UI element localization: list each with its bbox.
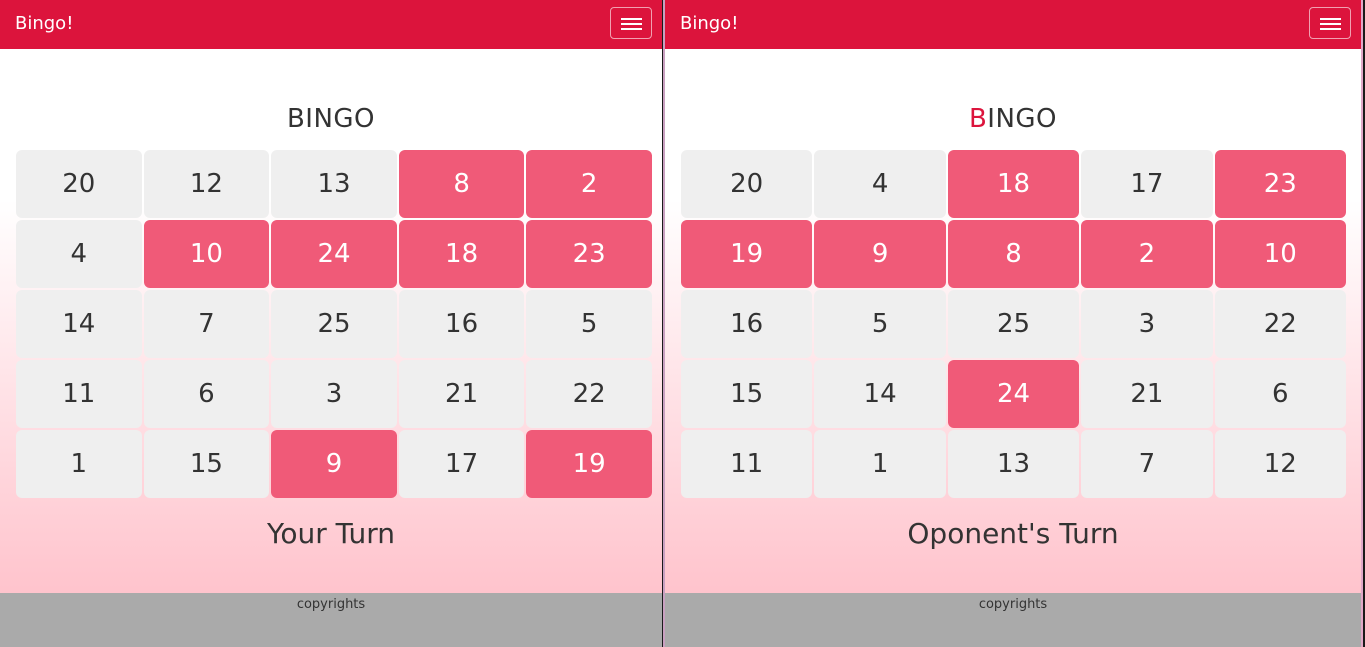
- bingo-cell[interactable]: 15: [143, 430, 270, 498]
- bingo-cell[interactable]: 22: [1214, 290, 1346, 358]
- game-title: BINGO: [286, 104, 376, 134]
- bingo-cell[interactable]: 25: [947, 290, 1080, 358]
- footer: copyrights: [665, 593, 1361, 647]
- bingo-cell-marked[interactable]: 10: [143, 220, 270, 288]
- hamburger-menu-icon: [1320, 23, 1341, 25]
- bingo-cell[interactable]: 3: [1081, 290, 1213, 358]
- bingo-cell[interactable]: 11: [16, 360, 142, 428]
- bingo-cell[interactable]: 17: [398, 430, 525, 498]
- bingo-cell[interactable]: 20: [681, 150, 813, 218]
- bingo-cell[interactable]: 16: [681, 290, 813, 358]
- bingo-cell[interactable]: 1: [16, 430, 142, 498]
- bingo-cell[interactable]: 5: [814, 290, 946, 358]
- bingo-cell[interactable]: 7: [1081, 430, 1213, 498]
- bingo-cell[interactable]: 5: [526, 290, 652, 358]
- bingo-cell-marked[interactable]: 8: [398, 150, 525, 218]
- bingo-cell-marked[interactable]: 2: [1081, 220, 1213, 288]
- bingo-cell-marked[interactable]: 23: [1214, 150, 1346, 218]
- bingo-cell-marked[interactable]: 19: [681, 220, 813, 288]
- bingo-cell[interactable]: 14: [16, 290, 142, 358]
- title-accent-letter: B: [968, 104, 988, 134]
- bingo-cell[interactable]: 21: [398, 360, 525, 428]
- footer-text: copyrights: [296, 597, 366, 612]
- bingo-cell-marked[interactable]: 8: [947, 220, 1080, 288]
- hamburger-menu-icon: [621, 18, 642, 20]
- bingo-cell[interactable]: 14: [814, 360, 946, 428]
- bingo-cell[interactable]: 4: [814, 150, 946, 218]
- bingo-cell[interactable]: 17: [1081, 150, 1213, 218]
- bingo-cell-marked[interactable]: 19: [526, 430, 652, 498]
- bingo-cell[interactable]: 16: [398, 290, 525, 358]
- hamburger-menu-icon: [621, 28, 642, 30]
- navbar: Bingo!: [0, 0, 662, 49]
- title-rest: INGO: [987, 104, 1058, 134]
- bingo-cell-marked[interactable]: 24: [271, 220, 397, 288]
- opponent-panel: Bingo! BINGO 20 4 18 17 23 19 9 8 2 10 16 5 25 3 22 15 1…: [663, 0, 1363, 647]
- bingo-cell-marked[interactable]: 2: [526, 150, 652, 218]
- hamburger-menu-icon: [1320, 18, 1341, 20]
- game-title: BINGO: [665, 104, 1361, 134]
- hamburger-menu-icon: [1320, 28, 1341, 30]
- hamburger-menu-icon: [621, 23, 642, 25]
- bingo-cell-marked[interactable]: 9: [814, 220, 946, 288]
- bingo-cell[interactable]: 6: [1214, 360, 1346, 428]
- bingo-cell-marked[interactable]: 18: [947, 150, 1080, 218]
- bingo-cell[interactable]: 4: [16, 220, 142, 288]
- bingo-board: 20 12 13 8 2 4 10 24 18 23 14 7 25 16 5 11 6 3 21 22 1 15 9 17 1…: [15, 149, 653, 499]
- menu-toggle-button[interactable]: [1309, 7, 1351, 39]
- turn-status: Your Turn: [266, 517, 396, 550]
- bingo-cell-marked[interactable]: 18: [398, 220, 525, 288]
- bingo-cell[interactable]: 21: [1081, 360, 1213, 428]
- menu-toggle-button[interactable]: [610, 7, 652, 39]
- bingo-cell[interactable]: 25: [271, 290, 397, 358]
- bingo-cell[interactable]: 7: [143, 290, 270, 358]
- bingo-cell[interactable]: 22: [526, 360, 652, 428]
- brand-link[interactable]: Bingo!: [680, 13, 738, 34]
- bingo-cell[interactable]: 13: [947, 430, 1080, 498]
- bingo-cell[interactable]: 20: [16, 150, 142, 218]
- player-panel: Bingo! BINGO 20 12 13 8 2 4 10 24 18 23 14 7 25 16 5 11…: [0, 0, 662, 647]
- bingo-cell-marked[interactable]: 23: [526, 220, 652, 288]
- footer: copyrights: [0, 593, 662, 647]
- bingo-cell[interactable]: 1: [814, 430, 946, 498]
- bingo-cell-marked[interactable]: 9: [271, 430, 397, 498]
- bingo-cell[interactable]: 15: [681, 360, 813, 428]
- bingo-cell[interactable]: 11: [681, 430, 813, 498]
- brand-link[interactable]: Bingo!: [15, 13, 73, 34]
- bingo-cell[interactable]: 3: [271, 360, 397, 428]
- bingo-cell-marked[interactable]: 10: [1214, 220, 1346, 288]
- navbar: Bingo!: [665, 0, 1361, 49]
- turn-status: Oponent's Turn: [907, 517, 1119, 550]
- bingo-cell[interactable]: 6: [143, 360, 270, 428]
- footer-text: copyrights: [978, 597, 1048, 612]
- bingo-board: 20 4 18 17 23 19 9 8 2 10 16 5 25 3 22 15 14 24 21 6 11 1 13 7 1…: [680, 149, 1347, 499]
- bingo-cell[interactable]: 12: [1214, 430, 1346, 498]
- bingo-cell-marked[interactable]: 24: [947, 360, 1080, 428]
- bingo-cell[interactable]: 12: [143, 150, 270, 218]
- bingo-cell[interactable]: 13: [271, 150, 397, 218]
